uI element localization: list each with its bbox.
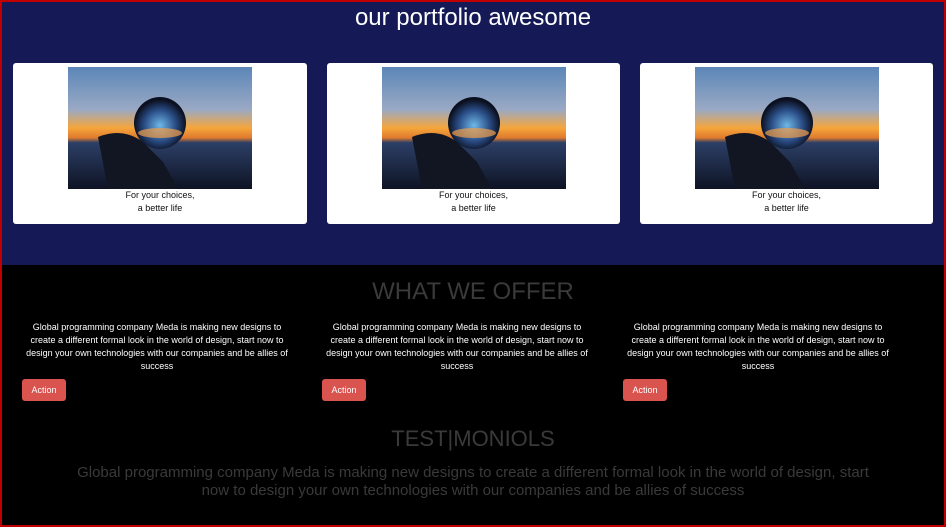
action-button[interactable]: Action <box>22 379 66 401</box>
offer-text: Global programming company Meda is makin… <box>26 322 288 371</box>
action-button[interactable]: Action <box>623 379 667 401</box>
testimonials-title: TEST|MONIOLS <box>391 426 555 451</box>
caption-line-1: For your choices, <box>438 190 509 200</box>
caption-line-2: a better life <box>764 203 809 213</box>
crystal-ball-image <box>695 67 879 189</box>
portfolio-title: our portfolio awesome <box>354 4 592 31</box>
portfolio-card[interactable]: For your choices, a better life <box>640 63 933 224</box>
offer-column: Global programming company Meda is makin… <box>322 321 592 401</box>
portfolio-card[interactable]: For your choices, a better life <box>327 63 620 224</box>
action-button[interactable]: Action <box>322 379 366 401</box>
card-caption: For your choices, a better life <box>327 189 620 215</box>
offer-title: WHAT WE OFFER <box>372 278 574 305</box>
offer-text: Global programming company Meda is makin… <box>627 322 889 371</box>
caption-line-2: a better life <box>137 203 183 213</box>
card-caption: For your choices, a better life <box>13 189 307 215</box>
caption-line-1: For your choices, <box>125 190 195 200</box>
caption-line-2: a better life <box>451 203 496 213</box>
crystal-ball-image <box>68 67 252 189</box>
testimonials-text: Global programming company Meda is makin… <box>77 464 869 499</box>
portfolio-card[interactable]: For your choices, a better life <box>13 63 307 224</box>
offer-text: Global programming company Meda is makin… <box>326 322 588 371</box>
crystal-ball-image <box>382 67 566 189</box>
caption-line-1: For your choices, <box>751 190 822 200</box>
offer-column: Global programming company Meda is makin… <box>623 321 893 401</box>
portfolio-section: our portfolio awesome For your choices, … <box>2 2 944 265</box>
card-caption: For your choices, a better life <box>640 189 933 215</box>
offer-column: Global programming company Meda is makin… <box>22 321 292 401</box>
